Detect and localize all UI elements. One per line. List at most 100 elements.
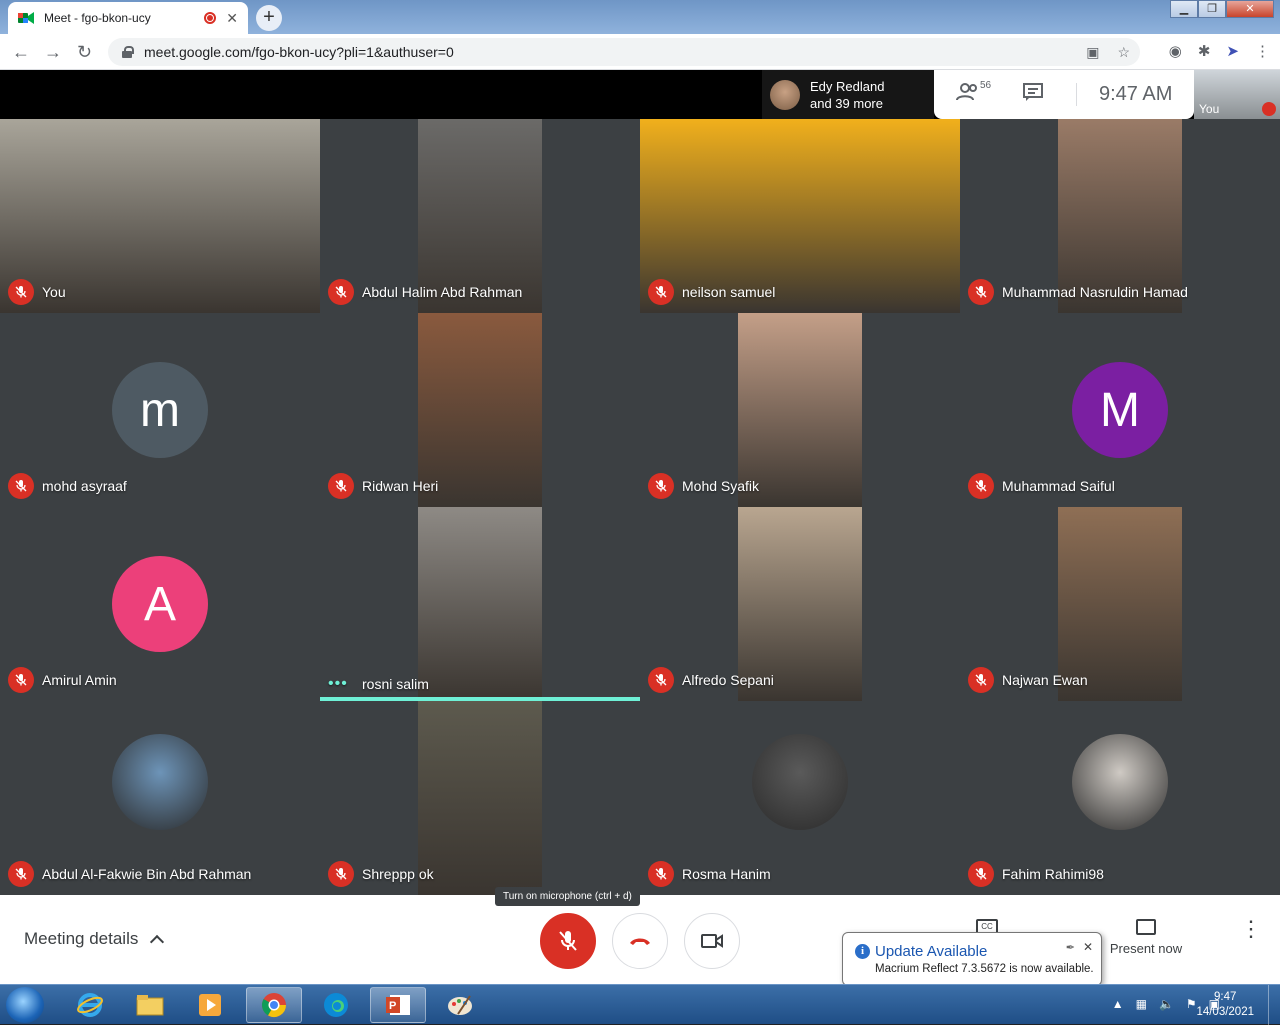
participant-tile[interactable]: ••• rosni salim	[320, 507, 640, 701]
participant-tile[interactable]: Abdul Halim Abd Rahman	[320, 119, 640, 313]
participant-label: Fahim Rahimi98	[968, 861, 1104, 887]
people-button[interactable]: 56	[956, 80, 996, 108]
microphone-toggle-button[interactable]	[540, 913, 596, 969]
taskbar-clock[interactable]: 9:47 14/03/2021	[1196, 990, 1254, 1020]
participant-tile[interactable]: Rosma Hanim	[640, 701, 960, 895]
tab-close-icon[interactable]: ✕	[226, 10, 238, 27]
participant-label: Abdul Al-Fakwie Bin Abd Rahman	[8, 861, 251, 887]
participant-name: Fahim Rahimi98	[1002, 866, 1104, 882]
participant-name: neilson samuel	[682, 284, 776, 300]
participant-tile[interactable]: Alfredo Sepani	[640, 507, 960, 701]
participant-tile[interactable]: Abdul Al-Fakwie Bin Abd Rahman	[0, 701, 320, 895]
lock-icon	[122, 46, 134, 58]
mic-off-icon	[648, 861, 674, 887]
powerpoint-icon[interactable]: P	[370, 987, 426, 1023]
active-speaker-chip[interactable]: Edy Redland and 39 more	[762, 70, 934, 119]
more-options-icon[interactable]: ⋮	[1240, 918, 1262, 940]
participant-name: Najwan Ewan	[1002, 672, 1088, 688]
taskbar-time: 9:47	[1214, 991, 1237, 1003]
speaking-indicator-icon: •••	[328, 675, 348, 692]
present-now-button[interactable]: Present now	[1108, 919, 1184, 956]
browser-title-bar: Meet - fgo-bkon-ucy ✕ + ▁ ❐ ✕	[0, 0, 1280, 34]
speaker-name: Edy Redland	[810, 78, 885, 94]
extensions-puzzle-icon[interactable]: ✱	[1198, 42, 1211, 60]
meet-info-panel: 56 9:47 AM	[934, 70, 1194, 119]
participant-tile[interactable]: M Muhammad Saiful	[960, 313, 1280, 507]
participant-label: Mohd Syafik	[648, 473, 759, 499]
participant-tile[interactable]: Najwan Ewan	[960, 507, 1280, 701]
camera-toggle-button[interactable]	[684, 913, 740, 969]
participant-avatar: m	[112, 362, 208, 458]
self-view-thumbnail[interactable]: You	[1194, 70, 1280, 119]
participant-tile[interactable]: You	[0, 119, 320, 313]
internet-explorer-icon[interactable]	[62, 987, 118, 1023]
present-now-label: Present now	[1109, 941, 1183, 956]
participant-name: Abdul Al-Fakwie Bin Abd Rahman	[42, 866, 252, 882]
participant-label: mohd asyraaf	[8, 473, 127, 499]
info-icon: i	[855, 944, 870, 959]
participant-name: You	[42, 284, 66, 300]
windows-start-button[interactable]	[6, 987, 44, 1023]
participant-label: Abdul Halim Abd Rahman	[328, 279, 522, 305]
reload-icon[interactable]: ↻	[77, 42, 92, 63]
participant-name: Muhammad Saiful	[1002, 478, 1115, 494]
minimize-button[interactable]: ▁	[1170, 0, 1198, 18]
mic-off-icon	[8, 279, 34, 305]
leave-call-button[interactable]	[612, 913, 668, 969]
participant-label: You	[8, 279, 66, 305]
participant-label: Najwan Ewan	[968, 667, 1088, 693]
network-icon[interactable]: ▦	[1136, 997, 1147, 1011]
participant-tile[interactable]: m mohd asyraaf	[0, 313, 320, 507]
participant-tile[interactable]: A Amirul Amin	[0, 507, 320, 701]
google-meet-icon	[18, 11, 34, 25]
meet-top-bar: Edy Redland and 39 more 56 9:47 AM You	[0, 70, 1280, 119]
new-tab-button[interactable]: +	[256, 5, 282, 31]
window-close-button[interactable]: ✕	[1226, 0, 1274, 18]
maximize-button[interactable]: ❐	[1198, 0, 1226, 18]
participant-tile[interactable]: neilson samuel	[640, 119, 960, 313]
action-center-flag-icon[interactable]: ⚑	[1186, 997, 1197, 1011]
participant-profile-photo	[752, 734, 848, 830]
chat-button[interactable]	[1022, 82, 1062, 108]
participant-label: neilson samuel	[648, 279, 775, 305]
back-arrow-icon[interactable]: ←	[12, 42, 30, 63]
browser-tab-meet[interactable]: Meet - fgo-bkon-ucy ✕	[8, 2, 248, 34]
chrome-menu-icon[interactable]: ⋮	[1255, 42, 1270, 60]
pin-icon[interactable]: ✒	[1066, 941, 1075, 954]
meeting-details-button[interactable]: Meeting details	[24, 929, 165, 949]
meeting-details-label: Meeting details	[24, 929, 139, 948]
url-field[interactable]: meet.google.com/fgo-bkon-ucy?pli=1&authu…	[108, 38, 1140, 66]
tray-expand-icon[interactable]: ▲	[1112, 997, 1124, 1011]
edge-icon[interactable]	[308, 987, 364, 1023]
paint-icon[interactable]	[432, 987, 488, 1023]
participant-name: Muhammad Nasruldin Hamad	[1002, 284, 1188, 300]
bookmark-star-icon[interactable]: ☆	[1117, 44, 1130, 61]
extension-globe-icon[interactable]: ◉	[1169, 42, 1182, 60]
participant-name: mohd asyraaf	[42, 478, 127, 494]
file-explorer-icon[interactable]	[122, 987, 178, 1023]
participant-tile[interactable]: Fahim Rahimi98	[960, 701, 1280, 895]
mic-off-icon	[8, 861, 34, 887]
notification-close-button[interactable]: ✕	[1083, 940, 1093, 954]
mic-off-icon	[968, 667, 994, 693]
media-player-icon[interactable]	[182, 987, 238, 1023]
camera-in-use-icon[interactable]: ▣	[1086, 44, 1099, 61]
show-desktop-button[interactable]	[1268, 985, 1280, 1025]
participant-tile[interactable]: Shreppp ok	[320, 701, 640, 895]
participant-tile[interactable]: Mohd Syafik	[640, 313, 960, 507]
chat-icon	[1023, 82, 1043, 101]
mic-off-icon	[328, 473, 354, 499]
recording-icon	[204, 12, 217, 24]
participant-tile[interactable]: Ridwan Heri	[320, 313, 640, 507]
update-notification[interactable]: i Update Available Macrium Reflect 7.3.5…	[842, 932, 1102, 986]
mic-off-icon	[559, 931, 577, 951]
chrome-taskbar-icon[interactable]	[246, 987, 302, 1023]
self-view-label: You	[1199, 102, 1220, 116]
mic-off-icon	[328, 279, 354, 305]
forward-arrow-icon[interactable]: →	[44, 42, 62, 63]
participant-name: Ridwan Heri	[362, 478, 439, 494]
participant-tile[interactable]: Muhammad Nasruldin Hamad	[960, 119, 1280, 313]
volume-icon[interactable]: 🔈	[1159, 997, 1174, 1011]
extension-arrow-icon[interactable]: ➤	[1226, 42, 1239, 60]
people-icon	[956, 82, 977, 100]
